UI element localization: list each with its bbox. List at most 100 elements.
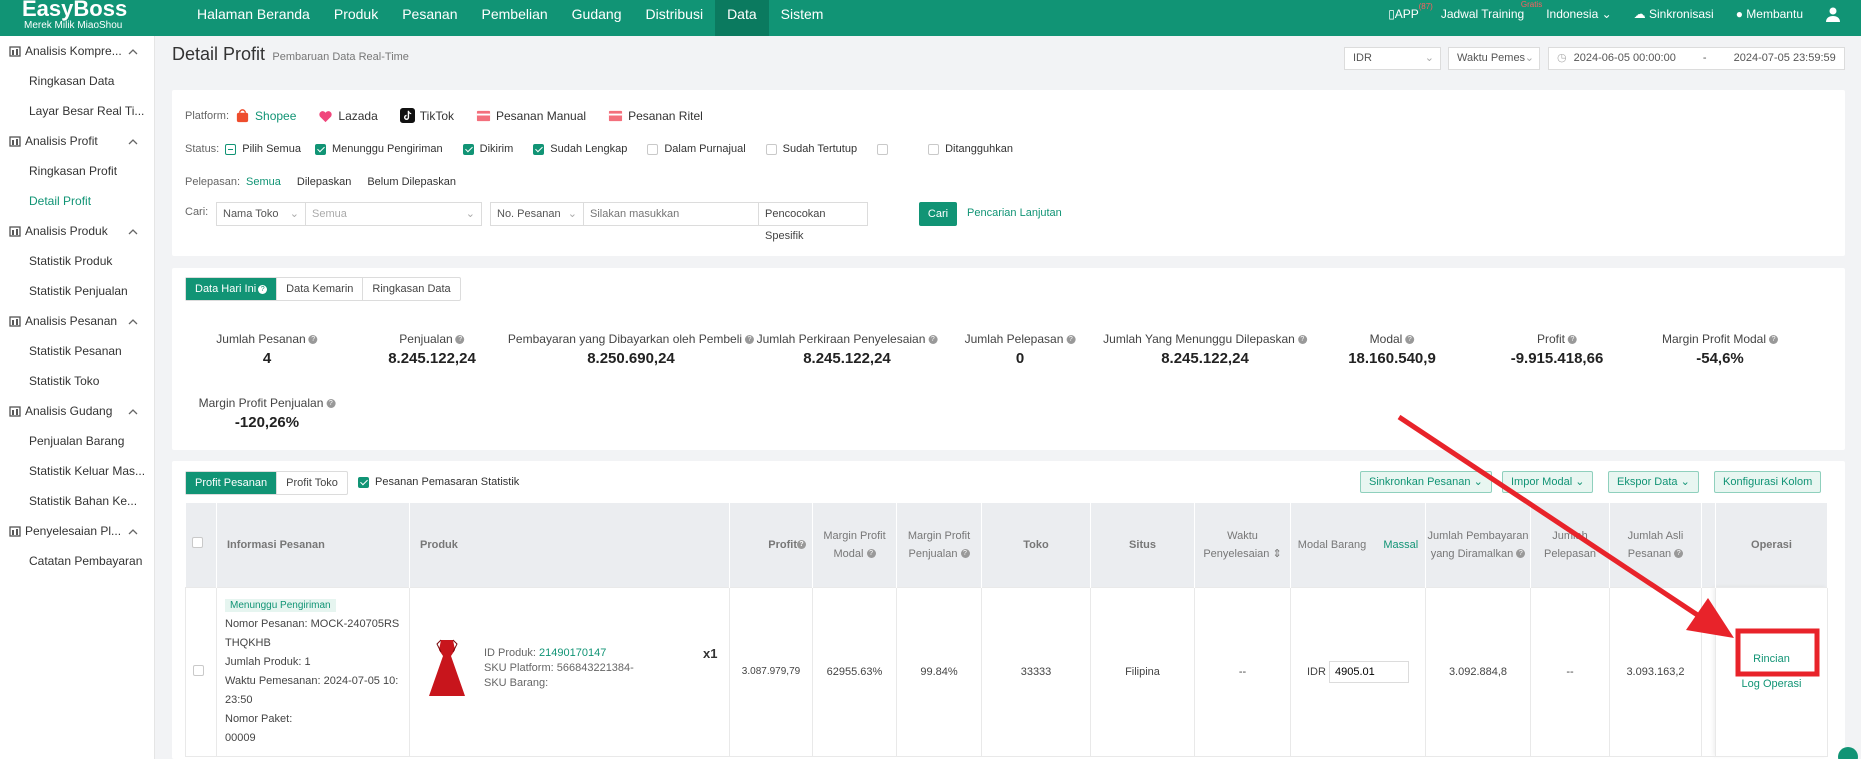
status-option[interactable] [877,143,894,155]
store-value-select[interactable]: Semua ⌄ [305,202,482,226]
sidebar-item[interactable]: Statistik Bahan Ke... [0,486,154,516]
tab-store-profit[interactable]: Profit Toko [277,472,347,494]
sidebar-group-2[interactable]: Analisis Profit [0,126,154,156]
chat-float-icon[interactable] [1838,747,1858,759]
store-field-select[interactable]: Nama Toko ⌄ [216,202,306,226]
app-badge: (87) [1418,2,1433,11]
table-row: Menunggu Pengiriman Nomor Pesanan: MOCK-… [185,586,1828,757]
stat-label: Jumlah Perkiraan Penyelesaian? [757,332,938,346]
sidebar-item[interactable]: Statistik Penjualan [0,276,154,306]
chevron-up-icon [128,135,138,149]
nav-products[interactable]: Produk [322,0,390,36]
checkbox[interactable] [225,143,237,155]
select-all-checkbox[interactable] [192,536,204,548]
platform-retail[interactable]: Pesanan Ritel [608,108,703,123]
import-cost-button[interactable]: Impor Modal ⌄ [1502,471,1594,493]
tab-yesterday[interactable]: Data Kemarin [277,278,364,300]
product-image[interactable] [424,638,470,702]
time-type-select[interactable]: Waktu Pemes ⌄ [1448,47,1540,70]
order-search-input[interactable] [583,202,759,226]
nav-distribution[interactable]: Distribusi [633,0,715,36]
sidebar-group-5[interactable]: Analisis Gudang [0,396,154,426]
status-option[interactable]: Menunggu Pengiriman [314,143,443,155]
release-all[interactable]: Semua [246,176,281,188]
language-select[interactable]: Indonesia ⌄ [1546,0,1611,29]
cloud-icon: ☁ [1633,7,1646,21]
sidebar-item[interactable]: Detail Profit [0,186,154,216]
user-avatar-icon[interactable] [1825,6,1841,22]
status-option[interactable]: Dalam Purnajual [647,143,746,155]
checkbox[interactable] [358,476,369,488]
profit-icon [9,135,21,147]
nav-orders[interactable]: Pesanan [390,0,469,36]
help-link[interactable]: ● Membantu [1736,0,1803,29]
sidebar-item[interactable]: Statistik Keluar Mas... [0,456,154,486]
sort-icon[interactable]: ⇕ [1272,548,1281,560]
sidebar-item[interactable]: Ringkasan Profit [0,156,154,186]
nav-system[interactable]: Sistem [769,0,836,36]
checkbox[interactable] [765,143,777,155]
sync-link[interactable]: ☁ Sinkronisasi [1634,0,1714,29]
checkbox[interactable] [647,143,659,155]
operation-log-link[interactable]: Log Operasi [1742,678,1802,690]
tab-today[interactable]: Data Hari Ini? [186,278,278,300]
status-option[interactable]: Sudah Tertutup [765,143,857,155]
training-link[interactable]: Jadwal Training Gratis [1441,0,1542,29]
status-option[interactable]: Sudah Lengkap [533,143,627,155]
nav-purchases[interactable]: Pembelian [470,0,560,36]
sidebar-item[interactable]: Catatan Pembayaran [0,546,154,576]
advanced-search-link[interactable]: Pencarian Lanjutan [967,207,1062,219]
sidebar-group-4[interactable]: Analisis Pesanan [0,306,154,336]
platform-tiktok[interactable]: TikTok [399,108,454,123]
status-option[interactable]: Pilih Semua [225,143,301,155]
cost-input[interactable] [1329,660,1409,683]
sidebar-item[interactable]: Penjualan Barang [0,426,154,456]
marketing-stat-check[interactable]: Pesanan Pemasaran Statistik [358,476,519,488]
sidebar-group-1[interactable]: Analisis Kompre... [0,36,154,66]
currency-select[interactable]: IDR ⌄ [1344,47,1441,70]
checkbox[interactable] [533,143,545,155]
detail-link[interactable]: Rincian [1753,653,1790,665]
checkbox[interactable] [462,143,474,155]
nav-data[interactable]: Data [715,0,769,36]
sidebar-item[interactable]: Statistik Pesanan [0,336,154,366]
sidebar-item[interactable]: Statistik Toko [0,366,154,396]
sidebar-group-3[interactable]: Analisis Produk [0,216,154,246]
tab-summary[interactable]: Ringkasan Data [363,278,459,300]
match-mode-select[interactable]: Pencocokan Spesifik [758,202,868,242]
sidebar-item[interactable]: Layar Besar Real Ti... [0,96,154,126]
date-range-picker[interactable]: ◷ 2024-06-05 00:00:00 - 2024-07-05 23:59… [1548,47,1845,70]
platform-manual[interactable]: Pesanan Manual [476,108,586,123]
logo[interactable]: EasyBoss Merek Milik MiaoShou [22,0,127,31]
search-button[interactable]: Cari [919,202,957,226]
export-data-button[interactable]: Ekspor Data ⌄ [1608,471,1699,493]
row-checkbox[interactable] [192,664,204,676]
status-option[interactable]: Ditangguhkan [928,143,1013,155]
tab-order-profit[interactable]: Profit Pesanan [186,472,278,494]
checkbox[interactable] [877,143,889,155]
platform-shopee[interactable]: Shopee [235,108,296,123]
column-config-button[interactable]: Konfigurasi Kolom [1714,471,1822,493]
app-link[interactable]: ▯APP (87) [1388,0,1433,29]
nav-warehouse[interactable]: Gudang [560,0,634,36]
page-subtitle: Pembaruan Data Real-Time [272,51,409,63]
spacer-cell [1701,586,1716,757]
package-value: 00009 [225,731,256,744]
release-released[interactable]: Dilepaskan [297,176,351,188]
sidebar-group-6[interactable]: Penyelesaian Pl... [0,516,154,546]
sidebar-item[interactable]: Ringkasan Data [0,66,154,96]
bulk-edit-link[interactable]: Massal [1383,539,1418,551]
col-original: Jumlah Asli Pesanan ? [1609,503,1702,587]
sync-orders-button[interactable]: Sinkronkan Pesanan ⌄ [1360,471,1492,493]
order-field-select[interactable]: No. Pesanan ⌄ [490,202,584,226]
checkbox[interactable] [314,143,326,155]
product-id-link[interactable]: 21490170147 [539,647,606,659]
checkbox[interactable] [928,143,940,155]
status-option[interactable]: Dikirim [462,143,513,155]
stat-label: Penjualan? [388,332,476,346]
nav-home[interactable]: Halaman Beranda [185,0,322,36]
stat-item: Pembayaran yang Dibayarkan oleh Pembeli?… [508,332,755,367]
release-unreleased[interactable]: Belum Dilepaskan [367,176,456,188]
platform-lazada[interactable]: Lazada [318,108,378,123]
sidebar-item[interactable]: Statistik Produk [0,246,154,276]
